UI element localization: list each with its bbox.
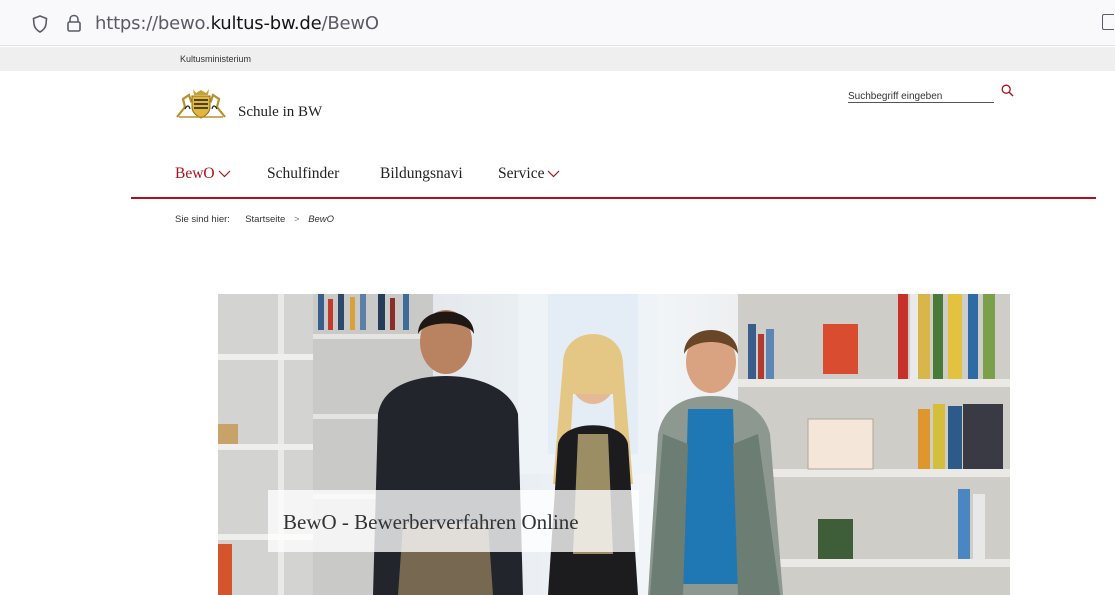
browser-address-bar[interactable]: https://bewo.kultus-bw.de/BewO: [0, 0, 1115, 46]
hero-title-box: BewO - Bewerberverfahren Online: [268, 490, 639, 552]
site-brand[interactable]: Schule in BW: [238, 104, 322, 121]
ministry-strip: Kultusministerium: [0, 47, 1115, 71]
nav-item-service-label: Service: [498, 165, 545, 182]
tracking-protection-shield-icon[interactable]: [32, 15, 48, 33]
url-text[interactable]: https://bewo.kultus-bw.de/BewO: [95, 13, 379, 34]
breadcrumb-prefix: Sie sind hier:: [175, 214, 230, 225]
nav-item-service[interactable]: Service: [498, 165, 560, 183]
search-placeholder: Suchbegriff eingeben: [848, 91, 943, 102]
nav-item-bildungsnavi-label: Bildungsnavi: [380, 165, 463, 182]
nav-item-bildungsnavi[interactable]: Bildungsnavi: [380, 165, 463, 183]
chevron-down-icon: [218, 171, 231, 178]
nav-item-schulfinder[interactable]: Schulfinder: [267, 165, 339, 183]
url-path: /BewO: [321, 13, 380, 34]
hero-title: BewO - Bewerberverfahren Online: [283, 510, 579, 534]
search-input[interactable]: Suchbegriff eingeben: [848, 86, 994, 103]
breadcrumb-separator: >: [293, 214, 300, 225]
nav-item-bewo[interactable]: BewO: [175, 165, 231, 183]
nav-divider: [131, 197, 1096, 199]
breadcrumb-home-link[interactable]: Startseite: [245, 214, 285, 225]
breadcrumb-current: BewO: [308, 214, 335, 225]
url-prefix: https://bewo.: [95, 13, 211, 34]
search-icon[interactable]: [1001, 84, 1014, 97]
ministry-label[interactable]: Kultusministerium: [180, 54, 251, 64]
nav-item-schulfinder-label: Schulfinder: [267, 165, 340, 182]
reader-view-icon[interactable]: [1102, 14, 1114, 30]
chevron-down-icon: [548, 171, 560, 178]
breadcrumb: Sie sind hier: Startseite > BewO: [175, 214, 334, 225]
baden-wuerttemberg-coat-of-arms-logo[interactable]: [175, 87, 227, 119]
nav-item-bewo-label: BewO: [175, 165, 215, 182]
url-domain: kultus-bw.de: [210, 13, 322, 34]
lock-icon[interactable]: [66, 14, 82, 32]
